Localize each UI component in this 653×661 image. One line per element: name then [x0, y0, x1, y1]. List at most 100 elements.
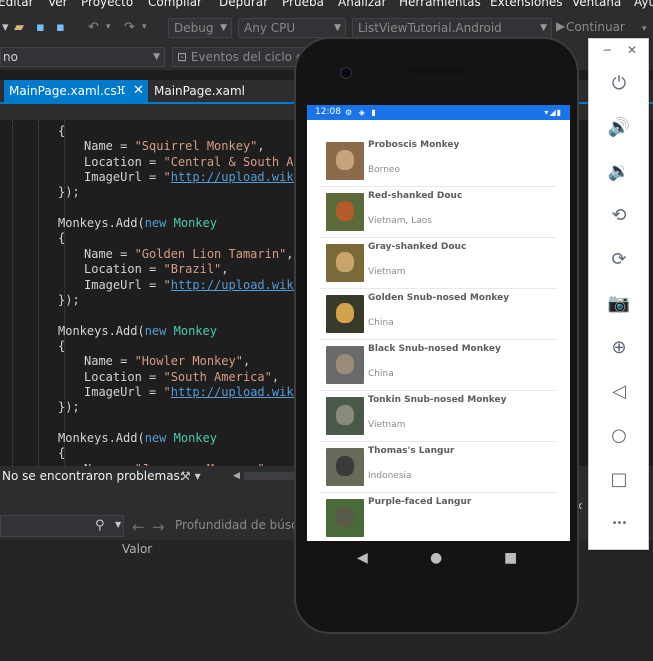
search-input[interactable]: ⚲ ▼ — [0, 515, 124, 537]
power-icon[interactable]: ⏻ — [607, 72, 631, 96]
device-screen[interactable]: 12:08 ⚙ ◈ ▮ ▾◢▮ Proboscis Monkey Borneo Re… — [307, 105, 570, 541]
home-icon[interactable]: ○ — [607, 424, 631, 448]
rotate-right-icon[interactable]: ⟳ — [607, 248, 631, 272]
monkey-location: Vietnam, Laos — [368, 216, 432, 226]
code-token: ImageUrl = — [84, 170, 164, 185]
monkey-name: Proboscis Monkey — [368, 140, 460, 150]
monkey-location: China — [368, 318, 394, 328]
menu-extensiones[interactable]: Extensiones — [490, 0, 563, 9]
rotate-left-icon[interactable]: ⟲ — [607, 204, 631, 228]
undo-icon[interactable]: ↶ — [88, 21, 99, 34]
continue-button[interactable]: Continuar — [566, 20, 625, 34]
android-recents-icon[interactable]: ■ — [504, 550, 517, 566]
monkey-name: Golden Snub-nosed Monkey — [368, 293, 510, 303]
configuration-value: Debug — [174, 21, 214, 35]
monkey-photo — [326, 448, 364, 486]
monkey-name: Purple-faced Langur — [368, 497, 472, 507]
monkey-photo — [326, 193, 364, 231]
monkey-list[interactable]: Proboscis Monkey Borneo Red-shanked Douc Vi… — [320, 136, 557, 541]
redo-dropdown-icon[interactable]: ▾ — [142, 21, 147, 34]
list-item[interactable]: Thomas's Langur Indonesia — [320, 442, 557, 493]
undo-dropdown-icon[interactable]: ▾ — [106, 21, 111, 34]
forward-arrow-icon[interactable]: → — [152, 518, 165, 536]
list-item[interactable]: Red-shanked Douc Vietnam, Laos — [320, 187, 557, 238]
volume-down-icon[interactable]: 🔉 — [607, 160, 631, 184]
volume-up-icon[interactable]: 🔊 — [607, 116, 631, 140]
new-item-icon[interactable]: ▾ — [2, 21, 9, 34]
code-token: Name = — [84, 246, 135, 261]
back-arrow-icon[interactable]: ← — [132, 518, 145, 536]
search-icon[interactable]: ⚲ — [95, 518, 105, 533]
code-line: { — [58, 123, 65, 139]
list-item[interactable]: Black Snub-nosed Monkey China — [320, 340, 557, 391]
status-time: 12:08 — [315, 107, 341, 117]
events-value: Eventos del ciclo de — [190, 50, 311, 64]
code-token: "Squirrel Monkey" — [134, 139, 258, 154]
tab-mainpage-xaml-cs[interactable]: MainPage.xaml.cs ⴼ ✕ — [4, 80, 148, 102]
close-icon[interactable]: ✕ — [627, 43, 637, 57]
monkey-location: Indonesia — [368, 471, 412, 481]
value-column-header[interactable]: Valor — [122, 542, 152, 556]
code-token: new — [144, 216, 167, 231]
front-camera — [340, 67, 352, 79]
code-line: Name = "Golden Lion Tamarin", — [84, 246, 294, 262]
code-token: Monkey — [173, 323, 217, 338]
list-item[interactable]: Golden Snub-nosed Monkey China — [320, 289, 557, 340]
code-token: , — [257, 139, 265, 154]
list-item[interactable]: Proboscis Monkey Borneo — [320, 136, 557, 187]
brush-icon[interactable]: ⚒ ▾ — [180, 466, 201, 486]
code-token: Monkeys.Add( — [58, 216, 145, 231]
menu-bar: Editar Ver Proyecto Compilar Depurar Pru… — [0, 0, 653, 10]
code-token: " — [163, 277, 171, 292]
code-token: new — [144, 431, 167, 445]
menu-herramientas[interactable]: Herramientas — [399, 0, 481, 9]
save-all-icon[interactable]: ▪ — [56, 21, 65, 34]
android-back-icon[interactable]: ◀ — [357, 550, 368, 566]
platform-select[interactable]: Any CPU ▼ — [238, 18, 346, 38]
tab-mainpage-xaml[interactable]: MainPage.xaml — [154, 80, 245, 102]
close-icon[interactable]: ✕ — [133, 80, 144, 102]
pin-icon[interactable]: ⴼ — [116, 80, 126, 102]
overview-icon[interactable]: □ — [607, 468, 631, 492]
menu-compilar[interactable]: Compilar — [148, 0, 202, 9]
redo-icon[interactable]: ↷ — [124, 21, 135, 34]
menu-depurar[interactable]: Depurar — [219, 0, 268, 9]
save-icon[interactable]: ▪ — [36, 21, 45, 34]
monkey-name: Red-shanked Douc — [368, 191, 463, 201]
chevron-down-icon[interactable]: ▼ — [115, 520, 121, 529]
menu-editar[interactable]: Editar — [0, 0, 34, 9]
list-item[interactable]: Gray-shanked Douc Vietnam — [320, 238, 557, 289]
events-select[interactable]: ⊡ Eventos del ciclo de — [172, 47, 312, 67]
list-item[interactable]: Tonkin Snub-nosed Monkey Vietnam — [320, 391, 557, 442]
code-token: Monkeys.Add( — [58, 323, 145, 338]
continue-dropdown-icon[interactable]: ▾ — [642, 23, 647, 36]
zoom-icon[interactable]: ⊕ — [607, 336, 631, 360]
list-item[interactable]: Purple-faced Langur — [320, 493, 557, 541]
platform-value: Any CPU — [244, 21, 296, 35]
menu-proyecto[interactable]: Proyecto — [81, 0, 133, 9]
scope-select[interactable]: no ▼ — [0, 47, 165, 67]
indent-guide — [38, 120, 39, 466]
android-home-icon[interactable]: ● — [430, 550, 442, 566]
issues-message: No se encontraron problemas. — [2, 469, 184, 483]
scroll-left-icon[interactable]: ◀ — [233, 466, 240, 486]
startup-project-select[interactable]: ListViewTutorial.Android ▼ — [352, 18, 552, 38]
monkey-face — [336, 354, 354, 374]
more-icon[interactable]: ••• — [607, 512, 631, 536]
menu-ayuda[interactable]: Ayuda — [634, 0, 653, 9]
back-icon[interactable]: ◁ — [607, 380, 631, 404]
minimize-icon[interactable]: − — [602, 43, 612, 57]
camera-icon[interactable]: 📷 — [607, 292, 631, 316]
menu-prueba[interactable]: Prueba — [282, 0, 324, 9]
search-depth-label[interactable]: Profundidad de búsqu — [175, 518, 306, 532]
menu-ventana[interactable]: Ventana — [572, 0, 621, 9]
menu-ver[interactable]: Ver — [48, 0, 68, 9]
menu-analizar[interactable]: Analizar — [338, 0, 386, 9]
status-notification-icons: ⚙ ◈ ▮ — [345, 108, 378, 117]
open-folder-icon[interactable]: ▰ — [14, 21, 24, 34]
configuration-select[interactable]: Debug ▼ — [168, 18, 232, 38]
code-token: , — [242, 354, 251, 369]
code-token: "Howler Monkey" — [134, 354, 243, 369]
